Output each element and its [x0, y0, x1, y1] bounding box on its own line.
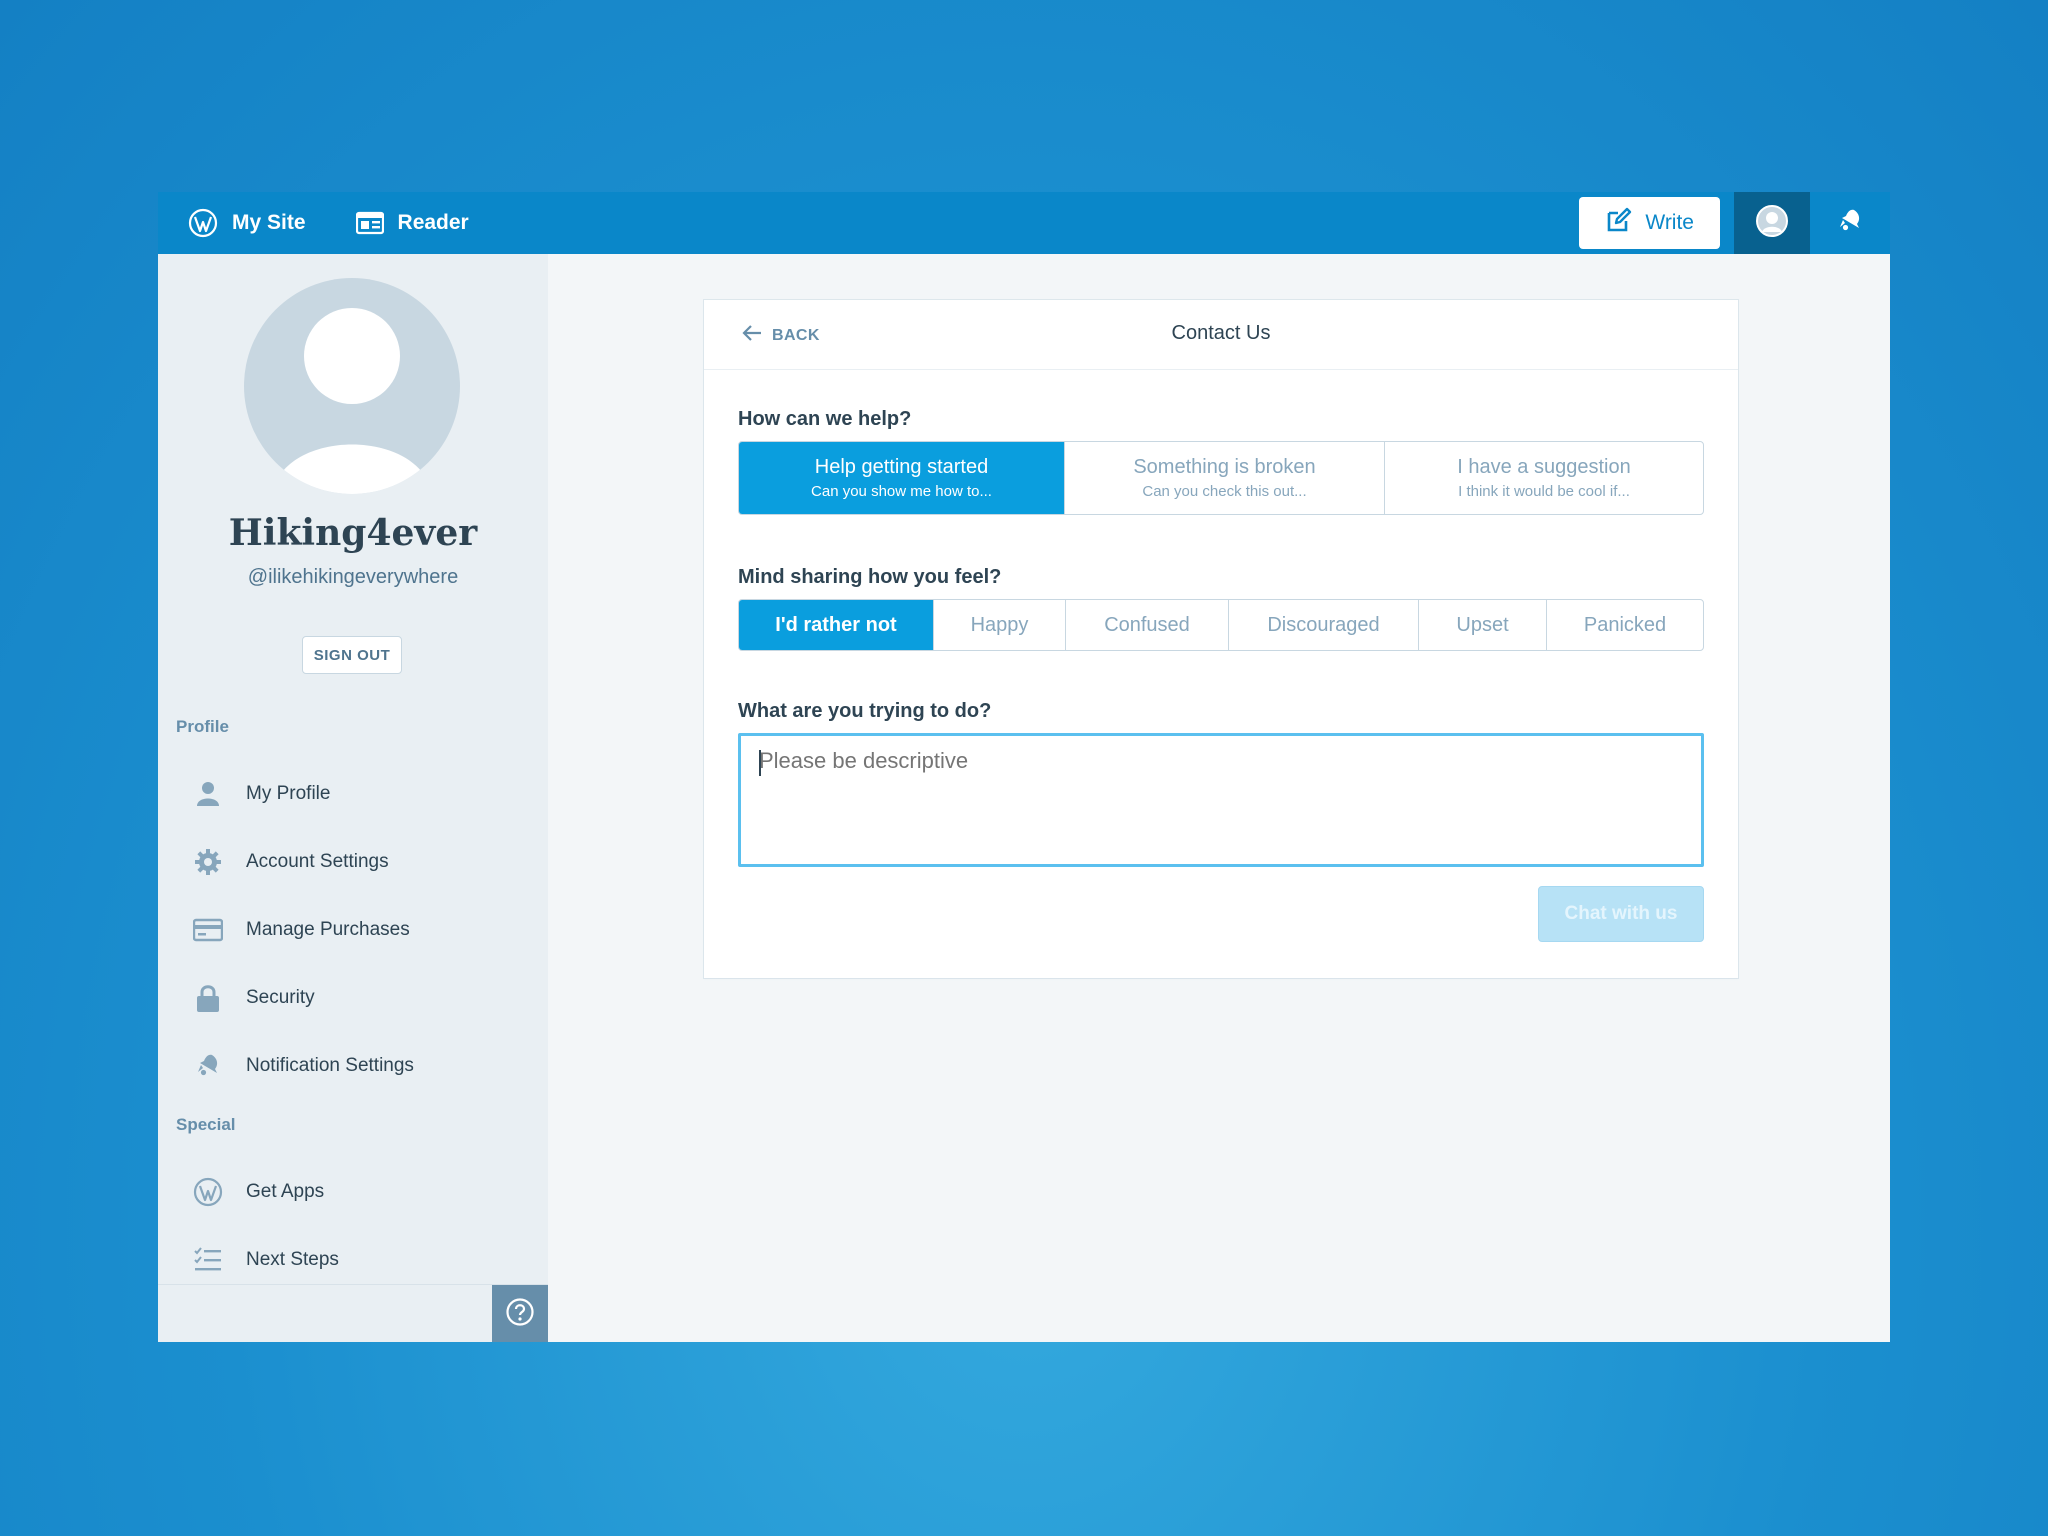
sidebar-item-label: Next Steps — [246, 1249, 339, 1270]
special-section-title: Special — [176, 1115, 236, 1134]
sidebar-item-label: Manage Purchases — [246, 919, 410, 940]
do-question-label: What are you trying to do? — [738, 700, 992, 722]
help-option-subtitle: I think it would be cool if... — [1458, 483, 1630, 500]
sidebar-item-label: Account Settings — [246, 851, 389, 872]
description-textarea[interactable] — [738, 733, 1704, 867]
help-option-getting-started[interactable]: Help getting started Can you show me how… — [739, 442, 1064, 514]
feel-option-confused[interactable]: Confused — [1065, 600, 1228, 650]
bell-icon — [188, 1052, 228, 1080]
avatar-icon — [1756, 204, 1788, 242]
write-label: Write — [1645, 211, 1694, 234]
sidebar-item-notification-settings[interactable]: Notification Settings — [158, 1038, 548, 1094]
text-caret — [759, 750, 761, 776]
display-name: Hiking4ever — [228, 512, 478, 554]
wordpress-icon — [188, 208, 218, 238]
credit-card-icon — [188, 918, 228, 942]
sidebar-footer — [158, 1284, 548, 1342]
profile-avatar[interactable] — [244, 278, 460, 494]
sidebar-item-label: Get Apps — [246, 1181, 325, 1202]
chat-with-us-button[interactable]: Chat with us — [1538, 886, 1704, 942]
contact-card: BACK Contact Us How can we help? Help ge… — [704, 300, 1738, 978]
me-avatar-button[interactable] — [1734, 192, 1810, 254]
feel-question-label: Mind sharing how you feel? — [738, 566, 1002, 588]
sidebar-item-security[interactable]: Security — [158, 970, 548, 1026]
reader-label: Reader — [397, 211, 469, 234]
help-icon — [505, 1297, 535, 1332]
masterbar: My Site Reader Write — [158, 192, 1890, 254]
sidebar-item-next-steps[interactable]: Next Steps — [158, 1232, 548, 1288]
reader-icon — [355, 211, 384, 235]
sign-out-button[interactable]: SIGN OUT — [302, 636, 402, 674]
help-option-something-broken[interactable]: Something is broken Can you check this o… — [1064, 442, 1384, 514]
notifications-button[interactable] — [1810, 192, 1890, 254]
help-option-title: Help getting started — [814, 456, 989, 478]
help-question-label: How can we help? — [738, 408, 912, 430]
profile-section-title: Profile — [176, 717, 229, 736]
sidebar-item-manage-purchases[interactable]: Manage Purchases — [158, 902, 548, 958]
help-option-suggestion[interactable]: I have a suggestion I think it would be … — [1384, 442, 1703, 514]
sidebar-item-my-profile[interactable]: My Profile — [158, 766, 548, 822]
sidebar-item-label: My Profile — [246, 783, 331, 804]
bell-icon — [1836, 207, 1864, 240]
lock-icon — [188, 983, 228, 1013]
sidebar-item-account-settings[interactable]: Account Settings — [158, 834, 548, 890]
feel-option-upset[interactable]: Upset — [1418, 600, 1546, 650]
help-option-subtitle: Can you check this out... — [1142, 483, 1307, 500]
help-option-title: I have a suggestion — [1457, 456, 1631, 478]
reader-link[interactable]: Reader — [346, 192, 479, 254]
my-site-label: My Site — [232, 211, 306, 234]
wordpress-icon — [188, 1177, 228, 1207]
help-type-selector: Help getting started Can you show me how… — [738, 441, 1704, 515]
sidebar-item-label: Security — [246, 987, 315, 1008]
help-option-title: Something is broken — [1133, 456, 1316, 478]
feeling-selector: I'd rather not Happy Confused Discourage… — [738, 599, 1704, 651]
sidebar-item-label: Notification Settings — [246, 1055, 414, 1076]
gear-icon — [188, 848, 228, 876]
feel-option-discouraged[interactable]: Discouraged — [1228, 600, 1418, 650]
feel-option-rather-not[interactable]: I'd rather not — [739, 600, 933, 650]
my-site-link[interactable]: My Site — [178, 192, 316, 254]
checklist-icon — [188, 1247, 228, 1273]
page-title: Contact Us — [1171, 322, 1271, 344]
write-icon — [1605, 206, 1633, 240]
user-icon — [188, 781, 228, 807]
app-window: My Site Reader Write Hiking4ever @ilikeh… — [158, 192, 1890, 1342]
help-button[interactable] — [492, 1285, 548, 1342]
sidebar: Hiking4ever @ilikehikingeverywhere SIGN … — [158, 254, 548, 1342]
avatar-placeholder-icon — [272, 308, 432, 494]
sidebar-item-get-apps[interactable]: Get Apps — [158, 1164, 548, 1220]
card-header: BACK Contact Us — [704, 300, 1738, 370]
username: @ilikehikingeverywhere — [247, 566, 459, 588]
feel-option-happy[interactable]: Happy — [933, 600, 1065, 650]
write-button[interactable]: Write — [1579, 197, 1720, 249]
help-option-subtitle: Can you show me how to... — [811, 483, 992, 500]
feel-option-panicked[interactable]: Panicked — [1546, 600, 1703, 650]
